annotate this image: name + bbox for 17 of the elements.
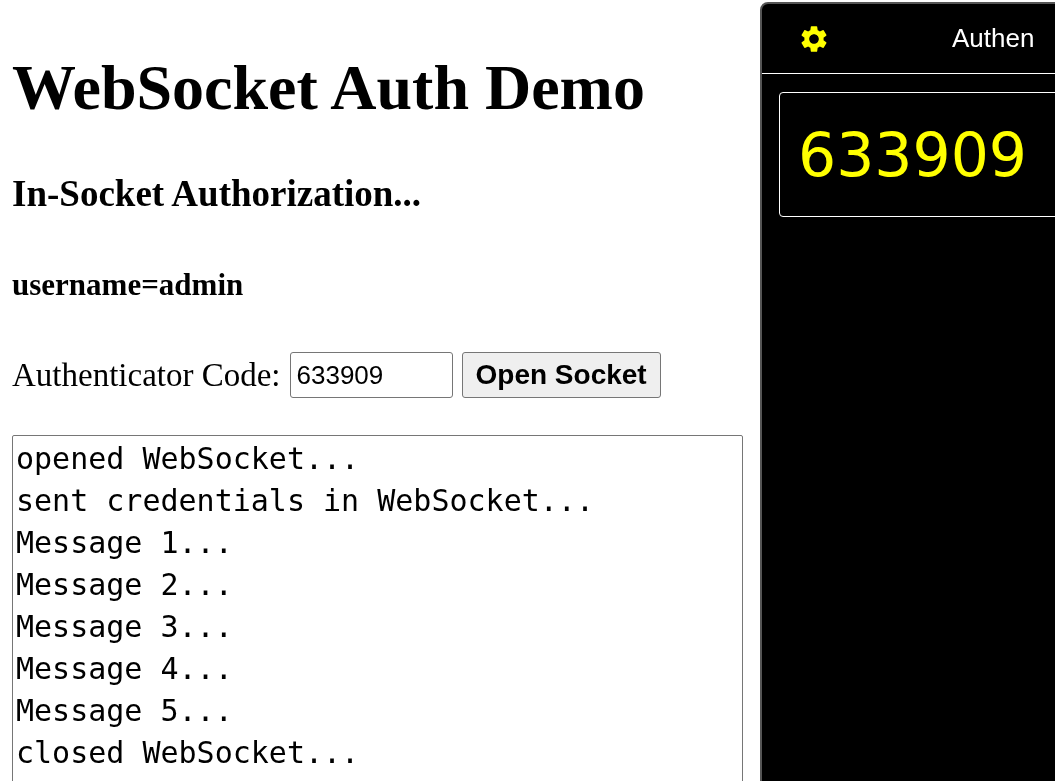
log-line: Message 4... (16, 650, 233, 688)
subtitle: In-Socket Authorization... (12, 172, 422, 216)
log-line: Message 1... (16, 524, 233, 562)
log-line: Message 2... (16, 566, 233, 604)
code-input[interactable]: 633909 (289, 352, 453, 398)
log-line: Message 5... (16, 692, 233, 730)
log-line: opened WebSocket... (16, 440, 360, 478)
page-title: WebSocket Auth Demo (12, 51, 645, 125)
log-field[interactable]: opened WebSocket... sent credentials in WebSocket... Message 1... Message 2... Message 3... Message 4... Message 5... closed WebSocket... (12, 435, 743, 781)
code-label: Authenticator Code: (12, 356, 281, 395)
log-line: closed WebSocket... (16, 734, 360, 772)
log-line: Message 3... (16, 608, 233, 646)
panel-title: Authen (952, 22, 1035, 55)
log-line: sent credentials in WebSocket... (16, 482, 594, 520)
code-display: 633909 (779, 92, 1055, 217)
username-text: username=admin (12, 266, 244, 304)
open-socket-button[interactable]: Open Socket (461, 352, 661, 398)
